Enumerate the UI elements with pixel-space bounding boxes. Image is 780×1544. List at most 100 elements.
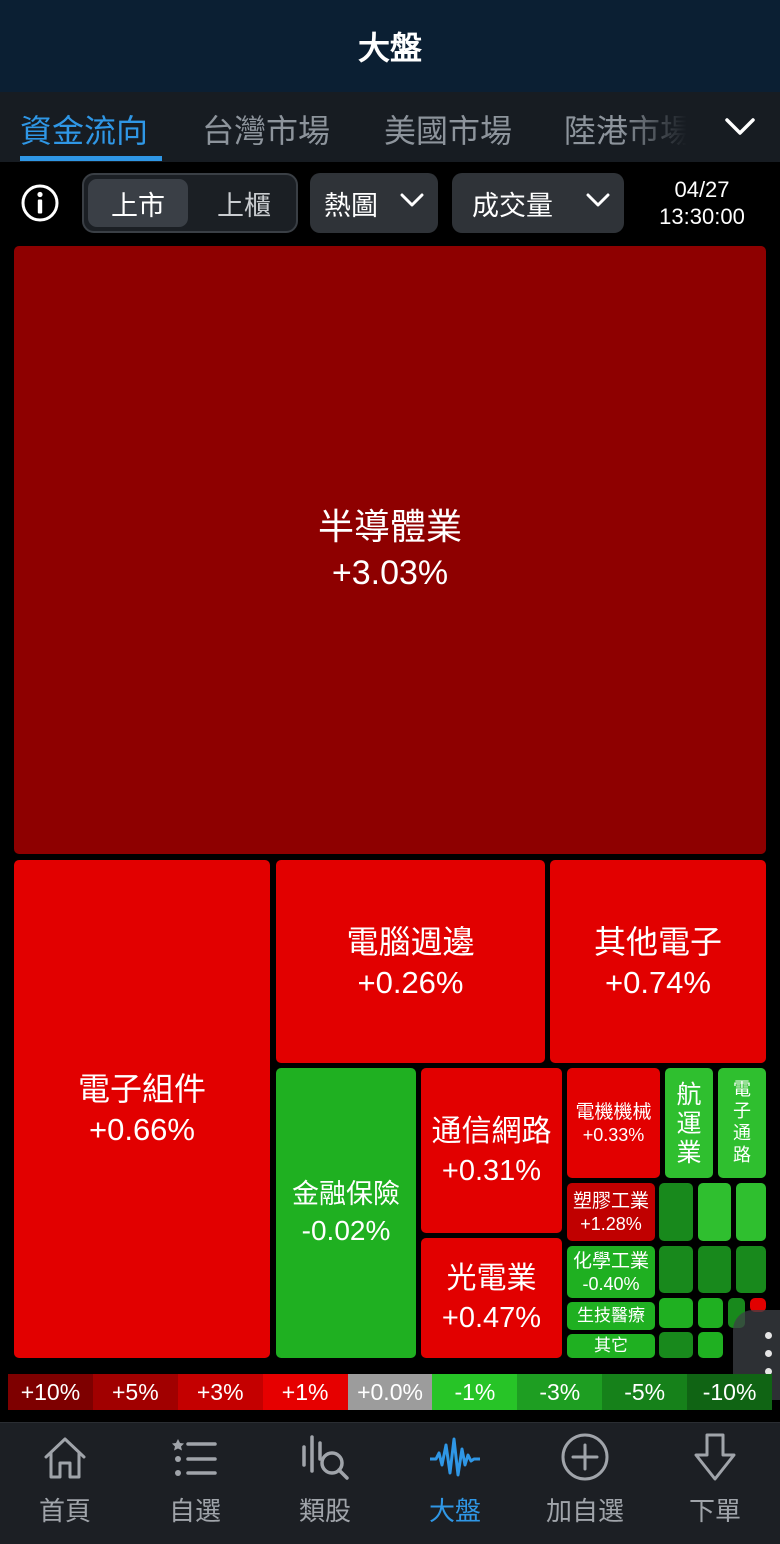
tab-us-market[interactable]: 美國市場 bbox=[384, 106, 512, 152]
legend-item: -3% bbox=[517, 1374, 603, 1410]
sector-name: 金融保險 bbox=[292, 1179, 400, 1210]
sector-tile[interactable]: 塑膠工業 +1.28% bbox=[567, 1183, 655, 1241]
metric-dropdown[interactable]: 成交量 bbox=[452, 173, 624, 233]
sector-name: 生技醫療 bbox=[577, 1305, 645, 1326]
page-title: 大盤 bbox=[357, 29, 422, 67]
sector-heatmap: 半導體業 +3.03% 電子組件 +0.66% 電腦週邊 +0.26% 其他電子… bbox=[0, 244, 780, 1364]
sector-change: +0.26% bbox=[357, 964, 464, 1000]
color-legend: +10% +5% +3% +1% +0.0% -1% -3% -5% -10% bbox=[8, 1374, 773, 1410]
segment-listed-button[interactable]: 上市 bbox=[88, 179, 188, 227]
chevron-down-icon bbox=[400, 193, 424, 207]
sector-name: 電腦週邊 bbox=[346, 922, 475, 961]
pulse-icon bbox=[430, 1437, 480, 1477]
timestamp-date: 04/27 bbox=[674, 177, 730, 202]
nav-market[interactable]: 大盤 bbox=[390, 1423, 520, 1544]
order-arrow-icon bbox=[694, 1433, 736, 1481]
nav-label: 大盤 bbox=[428, 1497, 481, 1527]
sector-change: -0.02% bbox=[301, 1215, 391, 1246]
sector-change: +0.47% bbox=[441, 1302, 542, 1334]
sector-change: +0.33% bbox=[582, 1125, 645, 1145]
sector-tile[interactable]: 金融保險 -0.02% bbox=[276, 1068, 416, 1358]
sector-tile[interactable]: 電機機械 +0.33% bbox=[567, 1068, 660, 1178]
chevron-down-icon bbox=[586, 193, 610, 207]
sector-change: -0.40% bbox=[582, 1274, 640, 1294]
sector-tile[interactable]: 通信網路 +0.31% bbox=[421, 1068, 562, 1233]
sector-name: 塑膠工業 bbox=[572, 1190, 649, 1212]
home-icon bbox=[44, 1437, 86, 1479]
legend-item: -10% bbox=[687, 1374, 773, 1410]
small-sector-tile[interactable] bbox=[659, 1246, 693, 1293]
small-sector-tile[interactable] bbox=[698, 1183, 731, 1241]
sector-name: 化學工業 bbox=[572, 1250, 649, 1272]
chevron-down-icon bbox=[725, 118, 755, 135]
sector-name: 電子組件 bbox=[77, 1070, 206, 1108]
tab-fund-flow[interactable]: 資金流向 bbox=[20, 106, 148, 152]
small-sector-tile[interactable] bbox=[698, 1298, 723, 1328]
sector-change: +1.28% bbox=[580, 1214, 642, 1234]
sector-name: 其它 bbox=[594, 1335, 628, 1356]
market-tabs: 資金流向 台灣市場 美國市場 陸港市場 bbox=[0, 92, 780, 162]
bottom-nav: 首頁 自選 類股 大盤 加自選 下單 bbox=[0, 1422, 780, 1544]
view-type-dropdown[interactable]: 熱圖 bbox=[310, 173, 438, 233]
sector-name: 電子通路 bbox=[733, 1079, 751, 1166]
legend-item: -1% bbox=[432, 1374, 518, 1410]
nav-add-watchlist[interactable]: 加自選 bbox=[520, 1423, 650, 1544]
sector-name: 其他電子 bbox=[593, 922, 722, 961]
info-icon[interactable] bbox=[20, 183, 60, 223]
sector-tile[interactable]: 電子通路 bbox=[718, 1068, 766, 1178]
sector-change: +3.03% bbox=[331, 554, 449, 592]
small-sector-tile[interactable] bbox=[698, 1332, 723, 1358]
legend-item: +5% bbox=[92, 1374, 178, 1410]
nav-label: 首頁 bbox=[38, 1497, 91, 1527]
small-sector-tile[interactable] bbox=[736, 1246, 766, 1293]
nav-watchlist[interactable]: 自選 bbox=[130, 1423, 260, 1544]
plus-circle-icon bbox=[561, 1433, 609, 1481]
sector-tile[interactable]: 電腦週邊 +0.26% bbox=[276, 860, 545, 1063]
nav-label: 類股 bbox=[298, 1497, 351, 1527]
legend-item: +1% bbox=[262, 1374, 348, 1410]
watchlist-icon bbox=[172, 1439, 217, 1476]
nav-home[interactable]: 首頁 bbox=[0, 1423, 130, 1544]
sector-name: 航運業 bbox=[676, 1079, 702, 1167]
small-sector-tile[interactable] bbox=[736, 1183, 766, 1241]
sector-tile[interactable]: 其他電子 +0.74% bbox=[550, 860, 766, 1063]
timestamp-time: 13:30:00 bbox=[659, 204, 745, 229]
sector-tile[interactable]: 其它 bbox=[567, 1334, 655, 1358]
sector-tile[interactable]: 半導體業 +3.03% bbox=[14, 246, 766, 854]
small-sector-tile[interactable] bbox=[659, 1298, 693, 1328]
sector-tile[interactable]: 航運業 bbox=[665, 1068, 713, 1178]
sector-tile[interactable]: 光電業 +0.47% bbox=[421, 1238, 562, 1358]
sector-name: 電機機械 bbox=[575, 1101, 652, 1123]
title-bar: 大盤 bbox=[0, 0, 780, 92]
segment-otc-button[interactable]: 上櫃 bbox=[194, 179, 294, 227]
sector-tile[interactable]: 電子組件 +0.66% bbox=[14, 860, 270, 1358]
legend-item: -5% bbox=[602, 1374, 688, 1410]
timestamp: 04/27 13:30:00 bbox=[640, 176, 764, 230]
legend-item: +0.0% bbox=[347, 1374, 433, 1410]
legend-item: +3% bbox=[177, 1374, 263, 1410]
nav-order[interactable]: 下單 bbox=[650, 1423, 780, 1544]
sector-change: +0.31% bbox=[441, 1154, 542, 1187]
tabs-more-button[interactable] bbox=[700, 92, 780, 162]
sector-tile[interactable]: 化學工業 -0.40% bbox=[567, 1246, 655, 1298]
nav-label: 下單 bbox=[688, 1497, 741, 1527]
nav-label: 自選 bbox=[168, 1497, 221, 1527]
sector-name: 光電業 bbox=[446, 1261, 537, 1296]
sector-tile[interactable]: 生技醫療 bbox=[567, 1302, 655, 1330]
sector-change: +0.74% bbox=[604, 964, 711, 1000]
nav-sectors[interactable]: 類股 bbox=[260, 1423, 390, 1544]
tab-taiwan-market[interactable]: 台灣市場 bbox=[202, 106, 330, 152]
sector-name: 通信網路 bbox=[431, 1113, 552, 1149]
sector-change: +0.66% bbox=[88, 1112, 195, 1147]
sector-name: 半導體業 bbox=[317, 507, 462, 548]
market-segment-toggle: 上市 上櫃 bbox=[82, 173, 298, 233]
small-sector-tile[interactable] bbox=[659, 1332, 693, 1358]
legend-item: +10% bbox=[8, 1374, 93, 1410]
small-sector-tile[interactable] bbox=[659, 1183, 693, 1241]
view-type-label: 熱圖 bbox=[324, 190, 378, 222]
small-sector-tile[interactable] bbox=[698, 1246, 731, 1293]
nav-label: 加自選 bbox=[545, 1497, 624, 1527]
metric-label: 成交量 bbox=[472, 190, 553, 222]
active-tab-indicator bbox=[20, 156, 162, 161]
sector-search-icon bbox=[302, 1435, 349, 1480]
